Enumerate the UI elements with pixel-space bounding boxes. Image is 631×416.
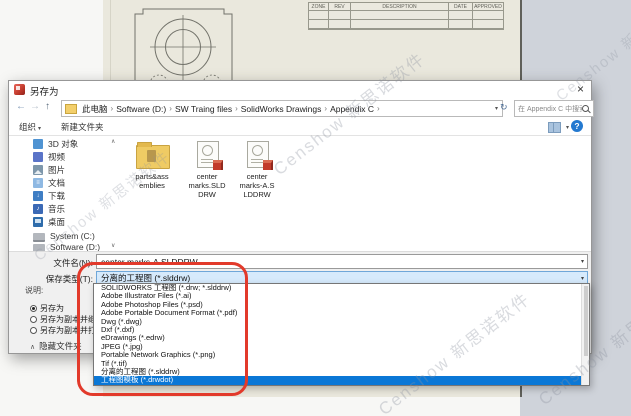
organize-button[interactable]: 组织▾ (19, 121, 41, 133)
solidworks-cube-icon (213, 160, 223, 170)
radio-save-copy-open[interactable]: 另存为副本并打开 (30, 325, 100, 336)
navigation-pane: 3D 对象 视频 图片 文档 下载 音乐 桌面 System (C:) Soft… (9, 136, 121, 251)
solidworks-cube-icon (263, 160, 273, 170)
back-icon[interactable]: ← (16, 101, 26, 112)
file-type-option-selected[interactable]: 工程图模板 (*.drwdot) (94, 376, 589, 384)
sidebar-item-downloads[interactable]: 下载 (9, 190, 121, 202)
breadcrumb-solidworks-drawings[interactable]: SolidWorks Drawings (239, 104, 324, 114)
search-placeholder: 在 Appendix C 中搜索 (518, 104, 582, 114)
save-type-label: 保存类型(T): (9, 273, 93, 285)
scroll-down-icon[interactable]: ∨ (111, 242, 115, 249)
breadcrumb-appendix-c[interactable]: Appendix C (328, 104, 376, 114)
sidebar-item-3d-objects[interactable]: 3D 对象 (9, 138, 121, 150)
view-options-caret-icon[interactable]: ▾ (566, 124, 569, 131)
save-as-app-icon (14, 84, 25, 95)
file-type-option[interactable]: eDrawings (*.edrw) (94, 334, 589, 342)
radio-button-icon[interactable] (30, 305, 37, 312)
up-icon[interactable]: ↑ (45, 101, 50, 112)
rev-col-rev: REV (329, 3, 351, 11)
chevron-down-icon[interactable]: ▾ (581, 258, 584, 265)
part-drawing-view (125, 0, 305, 82)
description-label: 说明: (25, 285, 43, 296)
chevron-down-icon[interactable]: ▾ (581, 275, 584, 282)
sidebar-item-documents[interactable]: 文档 (9, 177, 121, 189)
breadcrumb-software-d[interactable]: Software (D:) (114, 104, 168, 114)
file-label: centermarks-A.SLDDRW (228, 172, 286, 199)
downloads-icon (33, 191, 43, 201)
collapse-icon: ∧ (30, 344, 35, 351)
chevron-right-icon: › (376, 104, 381, 113)
file-name-label: 文件名(N): (9, 257, 93, 269)
dialog-titlebar[interactable]: 另存为 × (9, 81, 591, 98)
rev-col-description: DESCRIPTION (351, 3, 449, 11)
chevron-down-icon: ▾ (38, 126, 41, 132)
breadcrumb-this-pc[interactable]: 此电脑 (80, 103, 110, 115)
dropdown-scrollbar[interactable] (581, 284, 589, 385)
folder-label: parts&assemblies (123, 172, 181, 190)
documents-icon (33, 178, 43, 188)
sidebar-item-videos[interactable]: 视频 (9, 151, 121, 163)
file-list-area: parts&assemblies centermarks.SLDDRW cent… (121, 136, 591, 251)
file-name-input[interactable]: center marks-A.SLDDRW ▾ (96, 254, 588, 269)
breadcrumb-sw-traing-files[interactable]: SW Traing files (173, 104, 234, 114)
file-type-option[interactable]: Adobe Portable Document Format (*.pdf) (94, 309, 589, 317)
folder-icon (136, 145, 170, 169)
radio-button-icon[interactable] (30, 327, 37, 334)
rev-col-approved: APPROVED (473, 3, 503, 11)
search-icon (582, 105, 589, 112)
address-row: ← → ↑ 此电脑 › Software (D:) › SW Traing fi… (9, 98, 591, 119)
new-folder-button[interactable]: 新建文件夹 (61, 121, 104, 133)
revision-table: ZONE REV DESCRIPTION DATE APPROVED (308, 2, 504, 30)
forward-icon[interactable]: → (30, 101, 40, 112)
hide-folders-button[interactable]: ∧隐藏文件夹 (30, 340, 82, 352)
breadcrumb[interactable]: 此电脑 › Software (D:) › SW Traing files › … (61, 100, 503, 117)
help-icon[interactable]: ? (571, 120, 583, 132)
file-type-option[interactable]: Dxf (*.dxf) (94, 326, 589, 334)
slddrw-file-icon (247, 141, 269, 168)
slddrw-file-icon (197, 141, 219, 168)
dialog-body: 3D 对象 视频 图片 文档 下载 音乐 桌面 System (C:) Soft… (9, 136, 591, 251)
desktop-icon (33, 217, 43, 227)
3d-objects-icon (33, 139, 43, 149)
videos-icon (33, 152, 43, 162)
rev-col-zone: ZONE (309, 3, 329, 11)
close-icon[interactable]: × (577, 82, 584, 96)
music-icon (33, 204, 43, 214)
file-type-option[interactable]: Portable Network Graphics (*.png) (94, 351, 589, 359)
file-type-dropdown-list: SOLIDWORKS 工程图 (*.drw; *.slddrw) Adobe I… (93, 283, 590, 386)
sidebar-item-music[interactable]: 音乐 (9, 203, 121, 215)
radio-save-copy-continue[interactable]: 另存为副本并继续 (30, 314, 100, 325)
sidebar-item-desktop[interactable]: 桌面 (9, 216, 121, 228)
dialog-toolbar: 组织▾ 新建文件夹 ▾ ? (9, 119, 591, 136)
rev-col-date: DATE (449, 3, 473, 11)
radio-save-as[interactable]: 另存为 (30, 303, 100, 314)
search-input[interactable]: 在 Appendix C 中搜索 (514, 100, 594, 117)
screenshot-stage: ZONE REV DESCRIPTION DATE APPROVED 另存为 ×… (0, 0, 631, 416)
radio-button-icon[interactable] (30, 316, 37, 323)
scrollbar-thumb[interactable] (584, 286, 588, 356)
view-options-icon[interactable] (548, 122, 561, 133)
folder-icon (65, 104, 77, 114)
file-type-option[interactable]: Dwg (*.dwg) (94, 318, 589, 326)
sheet-margin-line (110, 0, 111, 80)
scroll-up-icon[interactable]: ∧ (111, 138, 115, 145)
dialog-title: 另存为 (30, 84, 59, 98)
pictures-icon (33, 165, 43, 175)
address-dropdown-icon[interactable]: ▾ (495, 105, 499, 112)
sidebar-item-pictures[interactable]: 图片 (9, 164, 121, 176)
refresh-icon[interactable]: ↻ (500, 102, 508, 113)
